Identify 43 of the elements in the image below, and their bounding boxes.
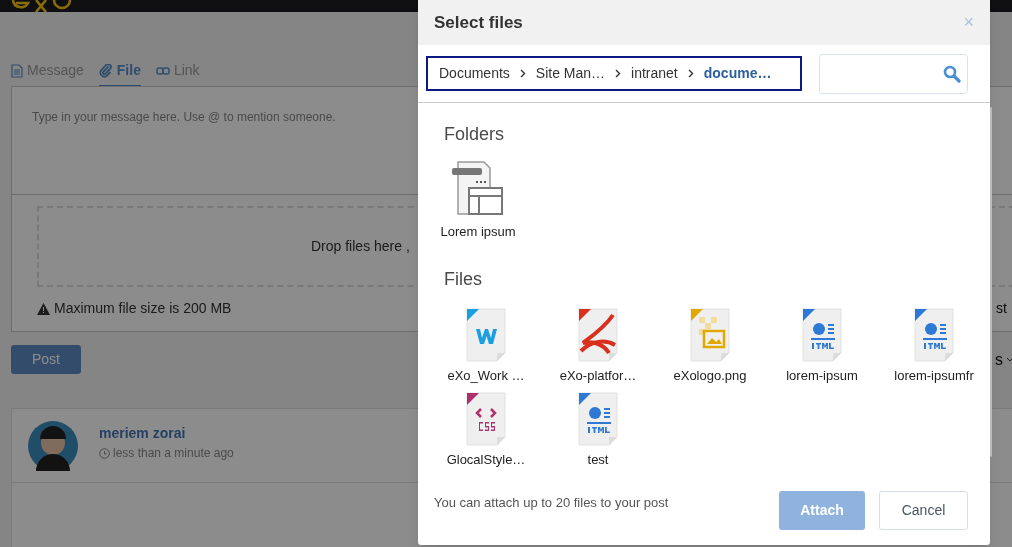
chevron-down-icon — [1006, 357, 1012, 362]
file-item[interactable]: eXo_Work … — [430, 306, 542, 385]
chevron-right-icon — [687, 69, 694, 78]
file-item[interactable]: lorem-ipsumfr — [878, 306, 990, 385]
search-icon — [943, 64, 961, 83]
chevron-right-icon — [519, 69, 526, 78]
post-time: less than a minute ago — [113, 445, 234, 462]
file-item[interactable]: test — [542, 391, 654, 470]
word-file-icon — [463, 306, 509, 363]
files-heading: Files — [443, 267, 483, 291]
file-size-note: Maximum file size is 200 MB — [54, 299, 232, 318]
paperclip-icon — [98, 63, 113, 78]
file-item[interactable]: eXo-platfor… — [542, 306, 654, 385]
file-item[interactable]: GlocalStyle… — [430, 391, 542, 470]
filter-dropdown[interactable]: s — [995, 347, 1012, 372]
breadcrumb-item[interactable]: docume… — [703, 63, 772, 84]
attach-limit-note: You can attach up to 20 files to your post — [434, 494, 669, 512]
breadcrumb-item[interactable]: intranet — [631, 63, 678, 84]
clock-icon — [99, 447, 110, 459]
document-icon — [11, 63, 23, 78]
html-file-icon — [799, 306, 845, 363]
cancel-button[interactable]: Cancel — [879, 491, 968, 530]
folder-item[interactable]: Lorem ipsum — [432, 160, 524, 242]
html-file-icon — [575, 391, 621, 447]
breadcrumb-item[interactable]: Site Man… — [535, 63, 606, 84]
html-file-icon — [911, 306, 957, 363]
search-field[interactable] — [819, 53, 968, 94]
scrollbar[interactable] — [990, 107, 992, 457]
file-item[interactable]: lorem-ipsum — [766, 306, 878, 385]
file-item[interactable]: eXologo.png — [654, 306, 766, 385]
image-file-icon — [687, 306, 733, 363]
note-fragment: st — [996, 299, 1007, 318]
warning-icon — [37, 302, 50, 315]
pdf-file-icon — [575, 306, 621, 363]
folder-template-icon — [452, 160, 504, 216]
dialog-title: Select files — [434, 11, 523, 34]
link-icon — [155, 66, 170, 75]
avatar — [28, 420, 78, 471]
folders-heading: Folders — [443, 123, 506, 146]
breadcrumb-item[interactable]: Documents — [439, 63, 510, 84]
logo-icon — [10, 0, 72, 12]
css-file-icon — [463, 391, 509, 447]
chevron-right-icon — [615, 69, 622, 78]
